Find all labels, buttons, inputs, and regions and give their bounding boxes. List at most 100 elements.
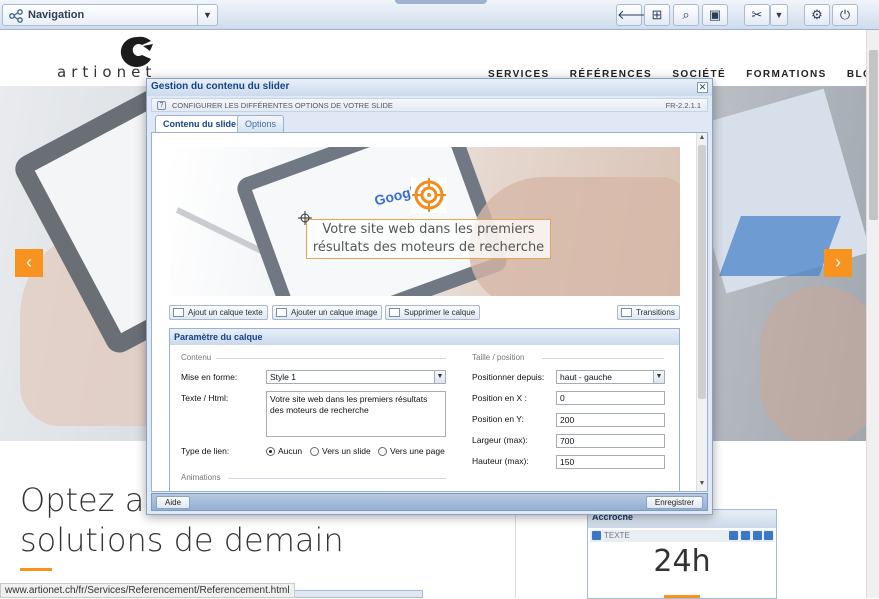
chevron-right-icon: ›	[835, 252, 841, 272]
target-icon	[411, 177, 447, 213]
scrollbar-thumb[interactable]	[869, 50, 878, 220]
link-page-label: Vers une page	[390, 446, 445, 456]
format-value: Style 1	[270, 372, 296, 382]
dialog-body: Google Votre site web dans les premiers …	[151, 132, 708, 492]
height-input[interactable]: 150	[556, 455, 665, 469]
slide-caption-line-1: Votre site web dans les premiers	[322, 222, 535, 237]
link-slide-label: Vers un slide	[322, 446, 371, 456]
add-image-layer-button[interactable]: Ajouter un calque image	[272, 305, 383, 320]
accroche-value: 24h	[653, 544, 711, 579]
add-page-button[interactable]: ⊞	[644, 4, 670, 26]
slide-caption-line-2: résultats des moteurs de recherche	[312, 240, 545, 255]
scroll-down-icon[interactable]: ▼	[697, 480, 707, 490]
pos-y-input[interactable]: 200	[556, 413, 665, 427]
image-layer-icon	[276, 308, 287, 317]
dialog-footer: Aide Enregistrer	[151, 493, 708, 511]
preview-icon: ⌕	[682, 7, 690, 22]
width-label: Largeur (max):	[472, 435, 528, 445]
save-button[interactable]: ▣	[702, 4, 728, 26]
transitions-button[interactable]: Transitions	[617, 305, 680, 320]
text-html-textarea[interactable]: Votre site web dans les premiers résulta…	[266, 391, 446, 437]
slider-content-dialog: Gestion du contenu du slider ✕ ? CONFIGU…	[146, 78, 713, 515]
settings-icon: ⚙	[811, 7, 823, 22]
pos-y-label: Position en Y:	[472, 414, 524, 424]
settings-button[interactable]: ⚙	[804, 4, 830, 26]
dialog-scrollbar[interactable]: ▲ ▼	[696, 133, 707, 491]
tab-options[interactable]: Options	[237, 115, 285, 132]
link-none-label: Aucun	[278, 446, 303, 456]
sitemap-icon	[9, 9, 23, 23]
dialog-scrollbar-thumb[interactable]	[698, 145, 706, 399]
help-button[interactable]: Aide	[156, 496, 191, 509]
back-button[interactable]: 🡐	[616, 4, 652, 26]
add-image-layer-label: Ajouter un calque image	[291, 308, 378, 317]
radio-icon	[310, 447, 319, 456]
edit-icon[interactable]	[741, 531, 750, 540]
close-icon[interactable]: ✕	[697, 82, 708, 93]
help-icon[interactable]: ?	[157, 101, 166, 110]
tools-icon: ✂	[751, 7, 763, 22]
close-icon[interactable]	[764, 531, 773, 540]
link-slide-radio[interactable]: Vers un slide	[310, 446, 371, 456]
slider-next-button[interactable]: ›	[824, 249, 852, 277]
position-from-value: haut - gauche	[560, 372, 612, 382]
format-label: Mise en forme:	[181, 372, 238, 382]
width-input[interactable]: 700	[556, 434, 665, 448]
status-bar-url: www.artionet.ch/fr/Services/Referencemen…	[0, 583, 295, 598]
pos-x-input[interactable]: 0	[556, 391, 665, 405]
tab-contenu-du-slide[interactable]: Contenu du slide	[155, 115, 244, 133]
content-legend: Contenu	[181, 353, 212, 362]
radio-selected-icon	[266, 447, 275, 456]
link-page-radio[interactable]: Vers une page	[378, 446, 445, 456]
version-label: FR-2.2.1.1	[665, 101, 701, 110]
chevron-down-icon: ▼	[774, 10, 784, 20]
link-none-radio[interactable]: Aucun	[266, 446, 302, 456]
tools-dropdown-button[interactable]: ▼	[770, 4, 788, 26]
text-html-label: Texte / Html:	[181, 393, 229, 403]
content-legend-line	[216, 358, 446, 359]
toolbar-handle[interactable]	[395, 0, 487, 4]
slide-text-layer[interactable]: Votre site web dans les premiers résulta…	[306, 219, 551, 259]
add-page-icon: ⊞	[651, 7, 663, 22]
accroche-widget: Accroche TEXTE 24h	[587, 509, 777, 599]
slider-prev-button[interactable]: ‹	[15, 249, 43, 277]
move-crosshair-icon[interactable]	[298, 211, 312, 225]
add-text-layer-button[interactable]: Ajout un calque texte	[169, 305, 268, 320]
preview-button[interactable]: ⌕	[673, 4, 699, 26]
text-layer-icon	[173, 308, 184, 317]
save-dialog-button[interactable]: Enregistrer	[645, 496, 703, 509]
chevron-down-icon[interactable]: ▼	[197, 5, 217, 25]
move-up-icon[interactable]	[592, 531, 601, 540]
delete-layer-button[interactable]: Supprimer le calque	[385, 305, 481, 320]
position-from-select[interactable]: haut - gauche ▼	[556, 370, 665, 384]
logo-text[interactable]: artionet	[57, 63, 156, 81]
tools-button[interactable]: ✂	[744, 4, 770, 26]
add-icon[interactable]	[729, 531, 738, 540]
animations-legend-line	[228, 478, 446, 479]
format-select[interactable]: Style 1 ▼	[266, 370, 446, 384]
navigation-dropdown[interactable]: Navigation ▼	[2, 4, 218, 26]
delete-layer-icon	[389, 308, 400, 317]
position-from-label: Positionner depuis:	[472, 372, 545, 382]
headline-underline	[20, 568, 52, 571]
save-icon[interactable]	[753, 531, 762, 540]
chevron-down-icon: ▼	[434, 371, 445, 383]
chevron-left-icon: ‹	[26, 252, 32, 272]
page-scrollbar[interactable]	[866, 30, 879, 598]
power-button[interactable]: ⏻	[832, 4, 858, 26]
hero-blue-shape	[719, 216, 841, 276]
save-icon: ▣	[708, 7, 722, 22]
chevron-down-icon: ▼	[653, 371, 664, 383]
nav-item-formations[interactable]: FORMATIONS	[746, 69, 826, 80]
pos-x-label: Position en X :	[472, 393, 527, 403]
delete-layer-label: Supprimer le calque	[404, 308, 476, 317]
link-type-label: Type de lien:	[181, 446, 230, 456]
dialog-subtitle: CONFIGURER LES DIFFÉRENTES OPTIONS DE VO…	[172, 101, 393, 110]
animations-legend: Animations	[181, 473, 221, 482]
slide-preview-image[interactable]: Google Votre site web dans les premiers …	[169, 147, 680, 296]
layer-parameters-panel: Paramètre du calque Contenu Taille / pos…	[169, 328, 680, 491]
add-text-layer-label: Ajout un calque texte	[188, 308, 263, 317]
dialog-title[interactable]: Gestion du contenu du slider	[147, 79, 712, 96]
accroche-type-label: TEXTE	[604, 531, 630, 540]
scroll-up-icon[interactable]: ▲	[697, 134, 707, 144]
